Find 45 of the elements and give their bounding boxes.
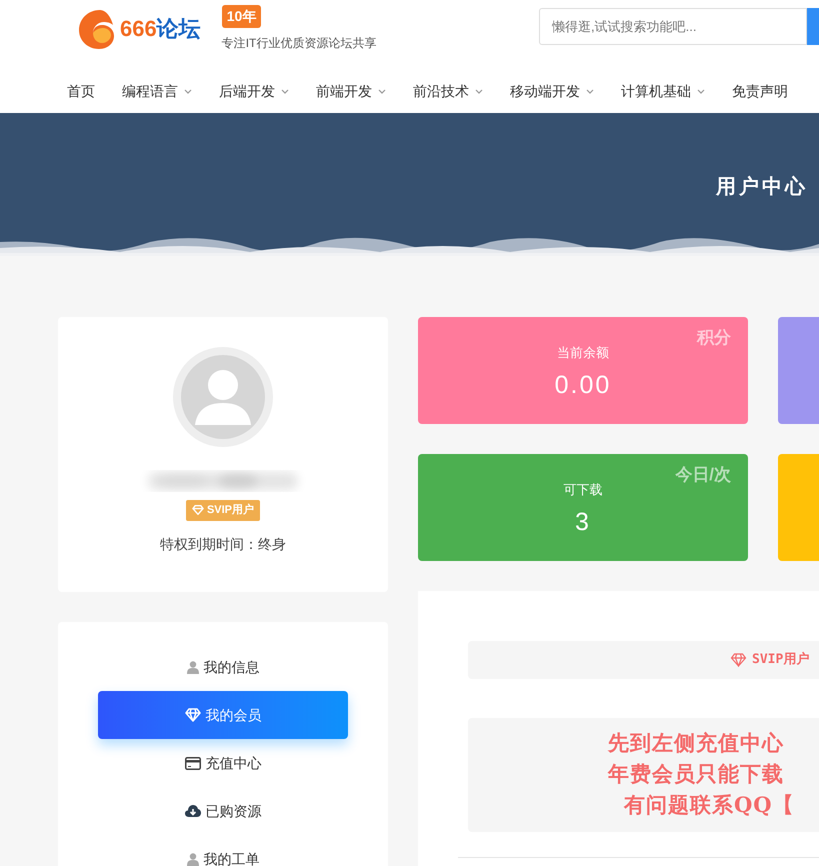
chevron-down-icon xyxy=(586,89,594,94)
logo-text[interactable]: 666论坛 xyxy=(120,18,201,40)
user-icon xyxy=(186,852,198,866)
diamond-icon xyxy=(730,653,747,667)
notice-line: 年费会员只能下载 xyxy=(608,760,784,788)
nav-link[interactable]: 后端开发 xyxy=(219,81,289,102)
chevron-down-icon xyxy=(281,89,289,94)
nav-link[interactable]: 前端开发 xyxy=(316,81,386,102)
unit-label: 积分 xyxy=(697,327,731,349)
chevron-down-icon xyxy=(697,89,705,94)
search-button[interactable] xyxy=(807,8,819,45)
nav-link[interactable]: 移动端开发 xyxy=(510,81,594,102)
chevron-down-icon xyxy=(184,89,192,94)
stat-value: 0.00 xyxy=(554,370,612,400)
nav-link[interactable]: 计算机基础 xyxy=(621,81,705,102)
nav-link[interactable]: 首页 xyxy=(67,81,95,102)
stat-label: 可下载 xyxy=(564,481,602,499)
menu-item[interactable]: 已购资源 xyxy=(98,787,348,835)
notice-line: 先到左侧充值中心 xyxy=(608,729,784,757)
site-tagline: 专注IT行业优质资源论坛共享 xyxy=(222,35,376,52)
menu-item[interactable]: 我的会员 xyxy=(98,691,348,739)
membership-level-bar: SVIP用户 xyxy=(468,641,819,679)
cloud-download-icon xyxy=(184,805,200,817)
chevron-down-icon xyxy=(475,89,483,94)
expiry-text: 特权到期时间：终身 xyxy=(160,534,286,554)
nav-link[interactable]: 前沿技术 xyxy=(413,81,483,102)
menu-item[interactable]: 充值中心 xyxy=(98,739,348,787)
avatar-icon xyxy=(173,347,273,447)
svip-badge: SVIP用户 xyxy=(186,500,260,520)
search-field[interactable]: 懒得逛,试试搜索功能吧... xyxy=(539,8,807,45)
notice-line: 有问题联系QQ【 xyxy=(624,791,795,819)
anniversary-badge: 10年 xyxy=(222,5,262,28)
user-icon xyxy=(186,660,198,674)
menu-item[interactable]: 我的工单 xyxy=(98,835,348,866)
stat-value: 3 xyxy=(575,506,591,538)
menu-item[interactable]: 我的信息 xyxy=(98,643,348,691)
credit-card-icon xyxy=(184,756,200,770)
page-title: 用户中心 xyxy=(716,173,808,200)
stat-label: 当前余额 xyxy=(557,344,609,362)
nav-link[interactable]: 编程语言 xyxy=(122,81,192,102)
chevron-down-icon xyxy=(378,89,386,94)
diamond-icon xyxy=(184,708,200,722)
unit-label: 今日/次 xyxy=(675,464,731,486)
nav-link[interactable]: 免责声明 xyxy=(732,81,788,102)
diamond-icon xyxy=(192,505,204,516)
